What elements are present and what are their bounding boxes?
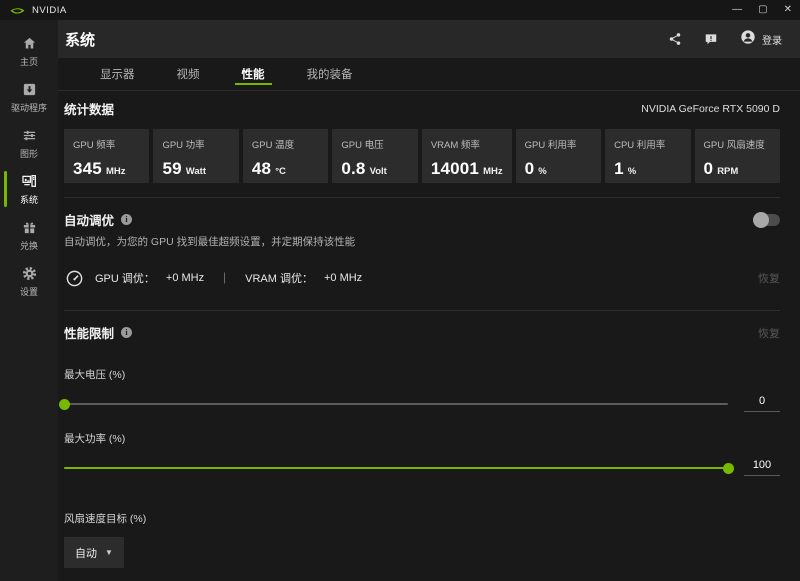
titlebar: NVIDIA — ▢ ✕ [0,0,800,20]
max-voltage-label: 最大电压 (%) [64,367,780,382]
nvidia-app-window: NVIDIA — ▢ ✕ 主页 驱动程序 [0,0,800,581]
stat-tile-gpu-temp: GPU 温度 48°C [243,129,328,183]
tab-video[interactable]: 视频 [160,58,217,90]
nvidia-logo-icon [10,5,25,15]
slider-thumb[interactable] [59,399,70,410]
stat-tile-cpu-util: CPU 利用率 1% [605,129,690,183]
slider-fill [64,467,728,469]
app-title: NVIDIA [32,5,67,16]
chevron-down-icon: ▼ [105,548,113,557]
slider-thumb[interactable] [723,463,734,474]
maximize-button[interactable]: ▢ [758,5,767,15]
tab-performance[interactable]: 性能 [225,58,282,90]
settings-gear-icon [22,265,37,282]
perf-limits-section-title: 性能限制 [64,323,114,342]
sidebar-item-label: 系统 [20,193,38,206]
gpu-tune-label: GPU 调优： [95,270,155,286]
fan-speed-dropdown[interactable]: 自动 ▼ [64,537,124,568]
section-divider [64,310,780,311]
stat-tile-gpu-util: GPU 利用率 0% [516,129,601,183]
stat-tile-vram-clock: VRAM 频率 14001MHz [422,129,512,183]
redeem-gift-icon [22,219,37,236]
sidebar-item-label: 图形 [20,147,38,160]
section-divider [64,197,780,198]
autotune-toggle[interactable] [754,214,780,226]
page-header: 系统 登录 [58,20,800,58]
driver-icon [22,81,37,98]
avatar-icon [740,29,756,50]
stats-tiles: GPU 频率 345MHz GPU 功率 59Watt GPU 温度 48°C … [64,129,780,183]
tab-display[interactable]: 显示器 [83,58,152,90]
stat-tile-gpu-clock: GPU 频率 345MHz [64,129,149,183]
sidebar-item-label: 主页 [20,55,38,68]
stat-tile-gpu-voltage: GPU 电压 0.8Volt [332,129,417,183]
sidebar-item-label: 兑换 [20,239,38,252]
sidebar-item-drivers[interactable]: 驱动程序 [0,74,58,120]
stat-tile-gpu-fan: GPU 风扇速度 0RPM [695,129,780,183]
login-button[interactable]: 登录 [740,29,782,50]
vram-tune-value: +0 MHz [324,272,362,284]
sidebar-item-label: 驱动程序 [11,101,47,114]
system-pc-icon [21,173,37,190]
max-power-slider[interactable] [64,462,728,474]
sidebar-item-redeem[interactable]: 兑换 [0,212,58,258]
max-voltage-value[interactable]: 0 [744,395,780,412]
sidebar-item-home[interactable]: 主页 [0,28,58,74]
perf-limits-restore-button[interactable]: 恢复 [758,325,780,341]
sidebar-item-graphics[interactable]: 图形 [0,120,58,166]
info-icon[interactable] [121,214,132,225]
tune-summary-row: GPU 调优： +0 MHz ｜ VRAM 调优： +0 MHz 恢复 [64,268,780,288]
sidebar-item-settings[interactable]: 设置 [0,258,58,304]
stats-section-title: 统计数据 [64,99,114,118]
stat-tile-gpu-power: GPU 功率 59Watt [153,129,238,183]
graphics-sliders-icon [22,127,37,144]
tune-separator: ｜ [219,270,230,286]
tab-bar: 显示器 视频 性能 我的装备 [58,58,800,91]
autotune-description: 自动调优，为您的 GPU 找到最佳超频设置，并定期保持该性能 [64,234,780,249]
max-voltage-slider[interactable] [64,398,728,410]
toggle-knob [753,212,769,228]
fan-speed-target-label: 风扇速度目标 (%) [64,511,780,526]
vram-tune-label: VRAM 调优： [245,270,313,286]
autotune-section-title: 自动调优 [64,210,114,229]
home-icon [22,35,37,52]
page-title: 系统 [65,29,95,50]
login-label: 登录 [762,32,782,47]
close-button[interactable]: ✕ [784,5,792,15]
slider-track [64,403,728,405]
share-icon[interactable] [668,32,682,46]
fan-speed-selected: 自动 [75,545,97,561]
autotune-restore-button[interactable]: 恢复 [758,270,780,286]
info-icon[interactable] [121,327,132,338]
max-power-label: 最大功率 (%) [64,431,780,446]
sidebar-item-label: 设置 [20,285,38,298]
max-power-value[interactable]: 100 [744,459,780,476]
sidebar: 主页 驱动程序 图形 系统 [0,20,58,581]
tab-my-rig[interactable]: 我的装备 [290,58,370,90]
gauge-icon [64,268,84,288]
gpu-tune-value: +0 MHz [166,272,204,284]
minimize-button[interactable]: — [732,5,742,15]
performance-panel: 统计数据 NVIDIA GeForce RTX 5090 D GPU 频率 34… [58,91,800,581]
feedback-icon[interactable] [704,32,718,46]
sidebar-item-system[interactable]: 系统 [0,166,58,212]
gpu-name: NVIDIA GeForce RTX 5090 D [641,103,780,115]
